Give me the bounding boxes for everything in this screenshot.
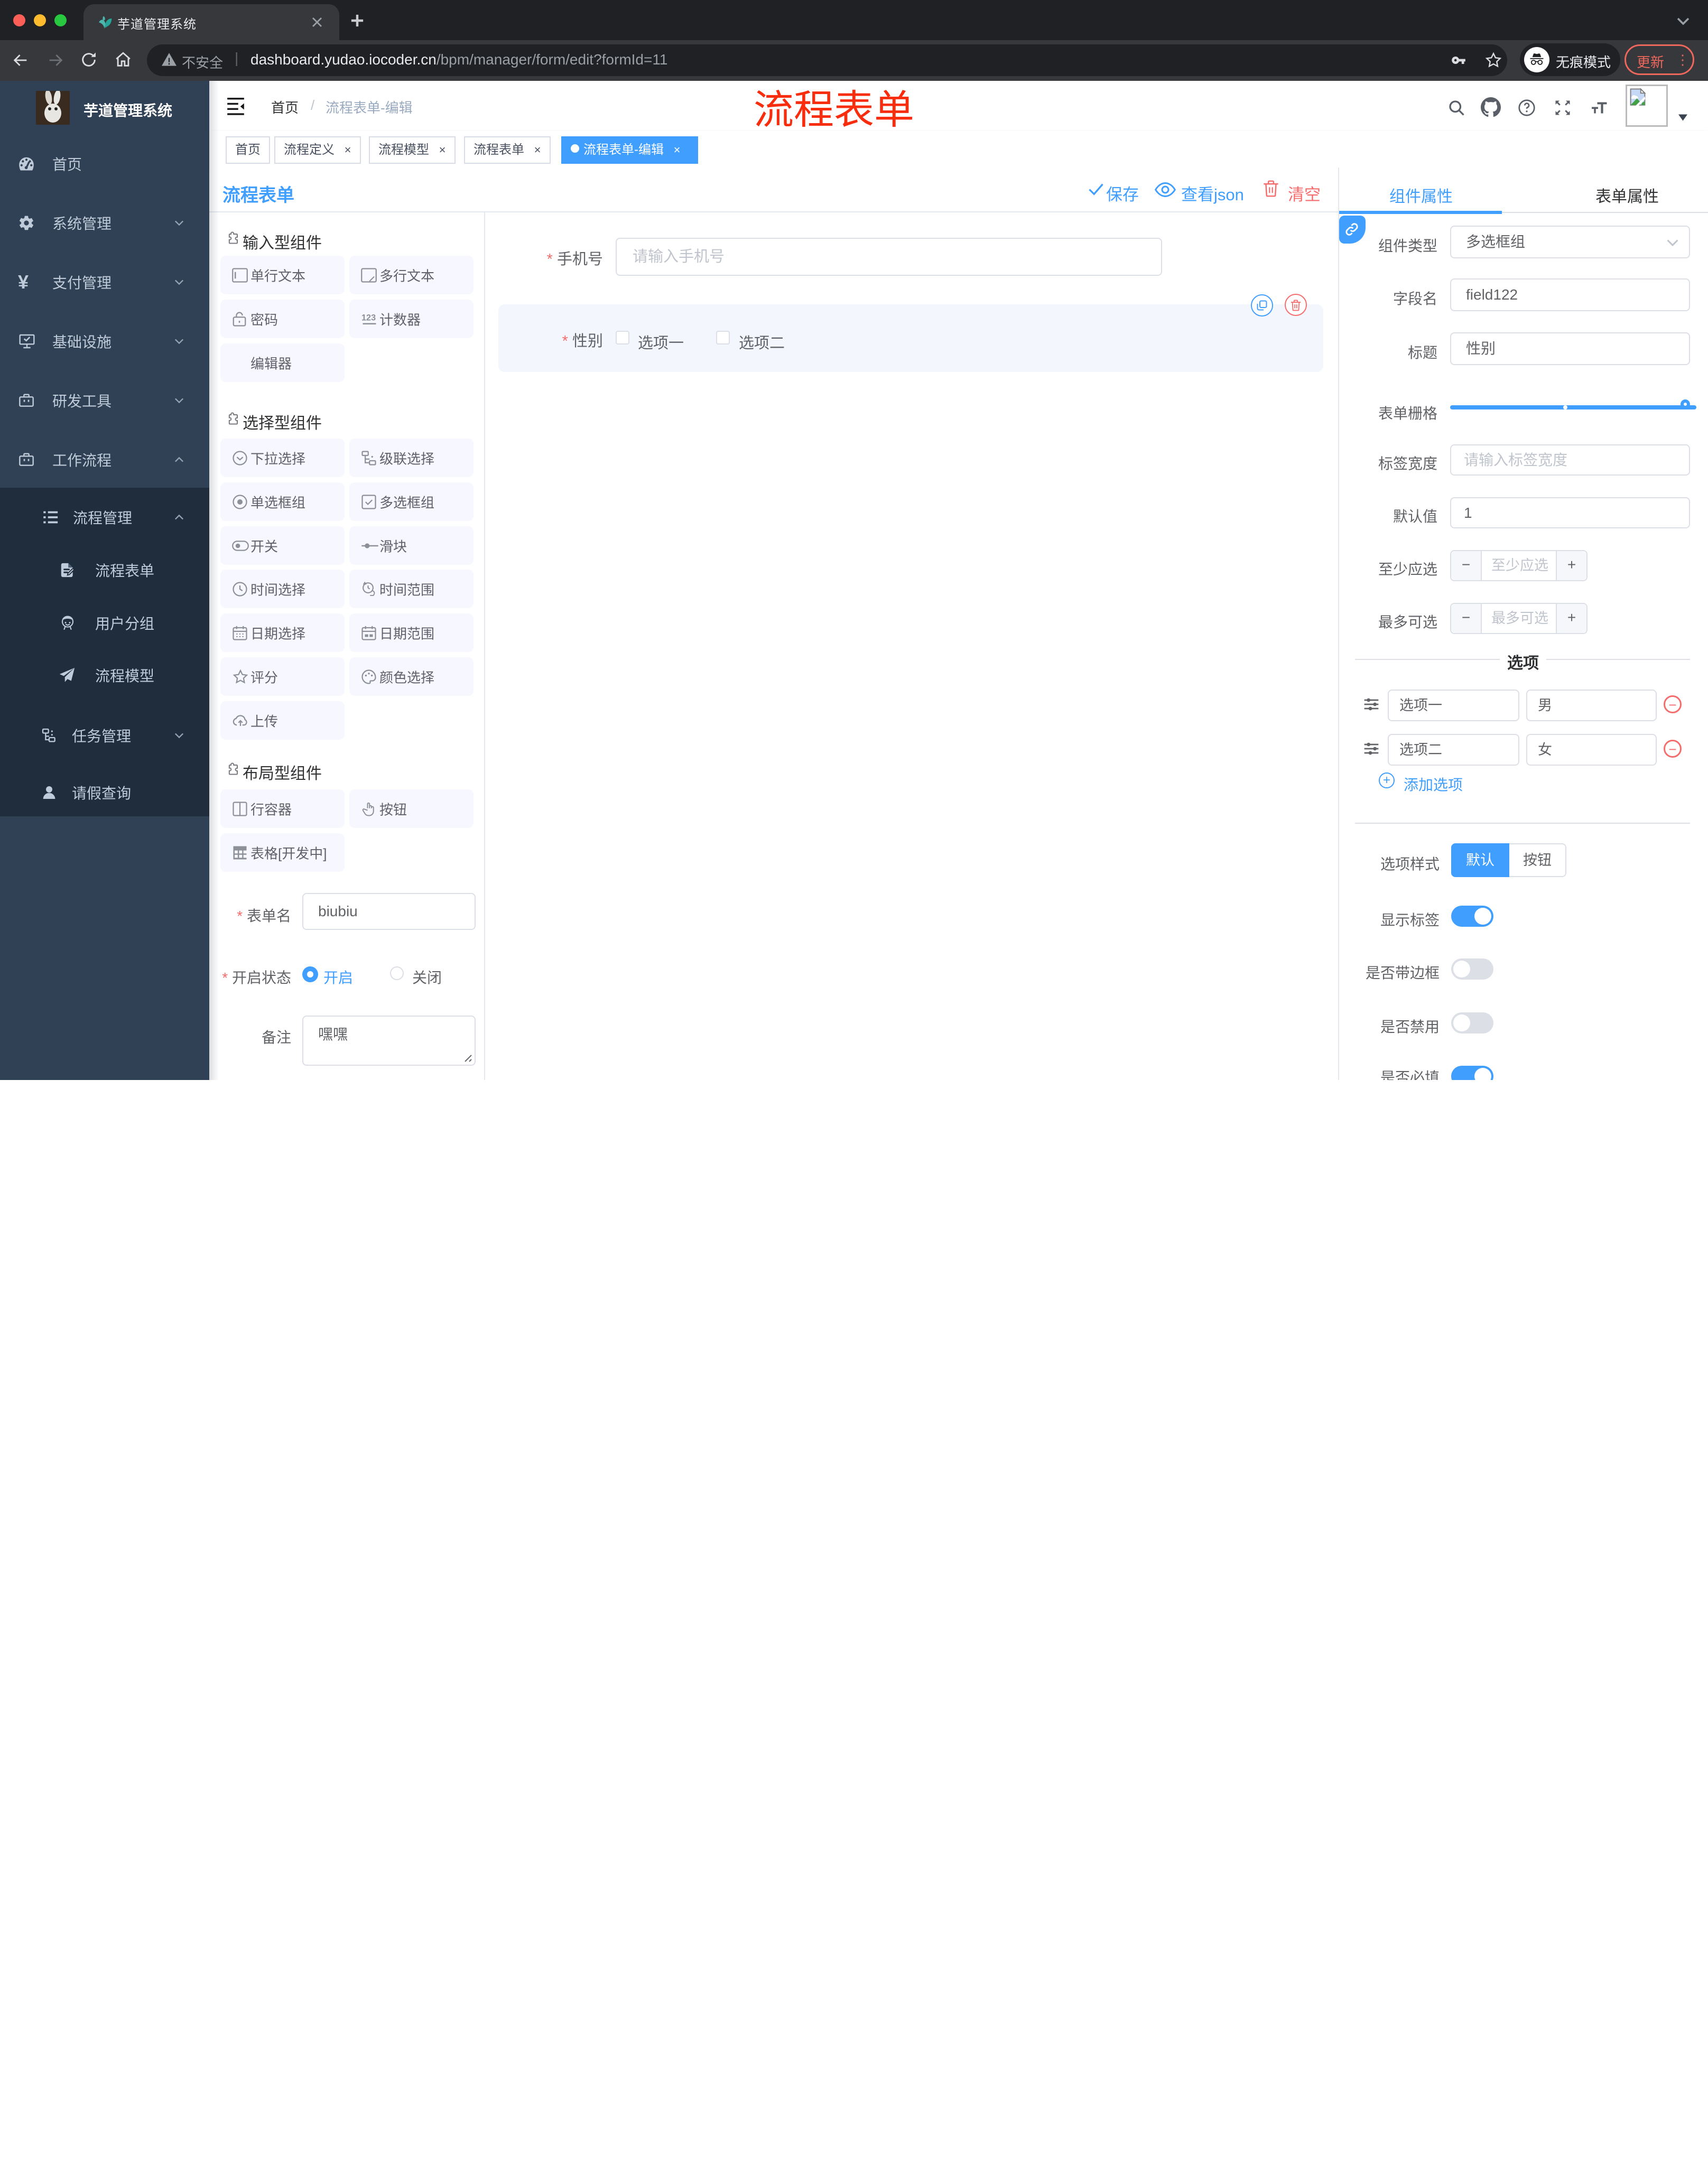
svg-text:123: 123 — [361, 313, 376, 322]
